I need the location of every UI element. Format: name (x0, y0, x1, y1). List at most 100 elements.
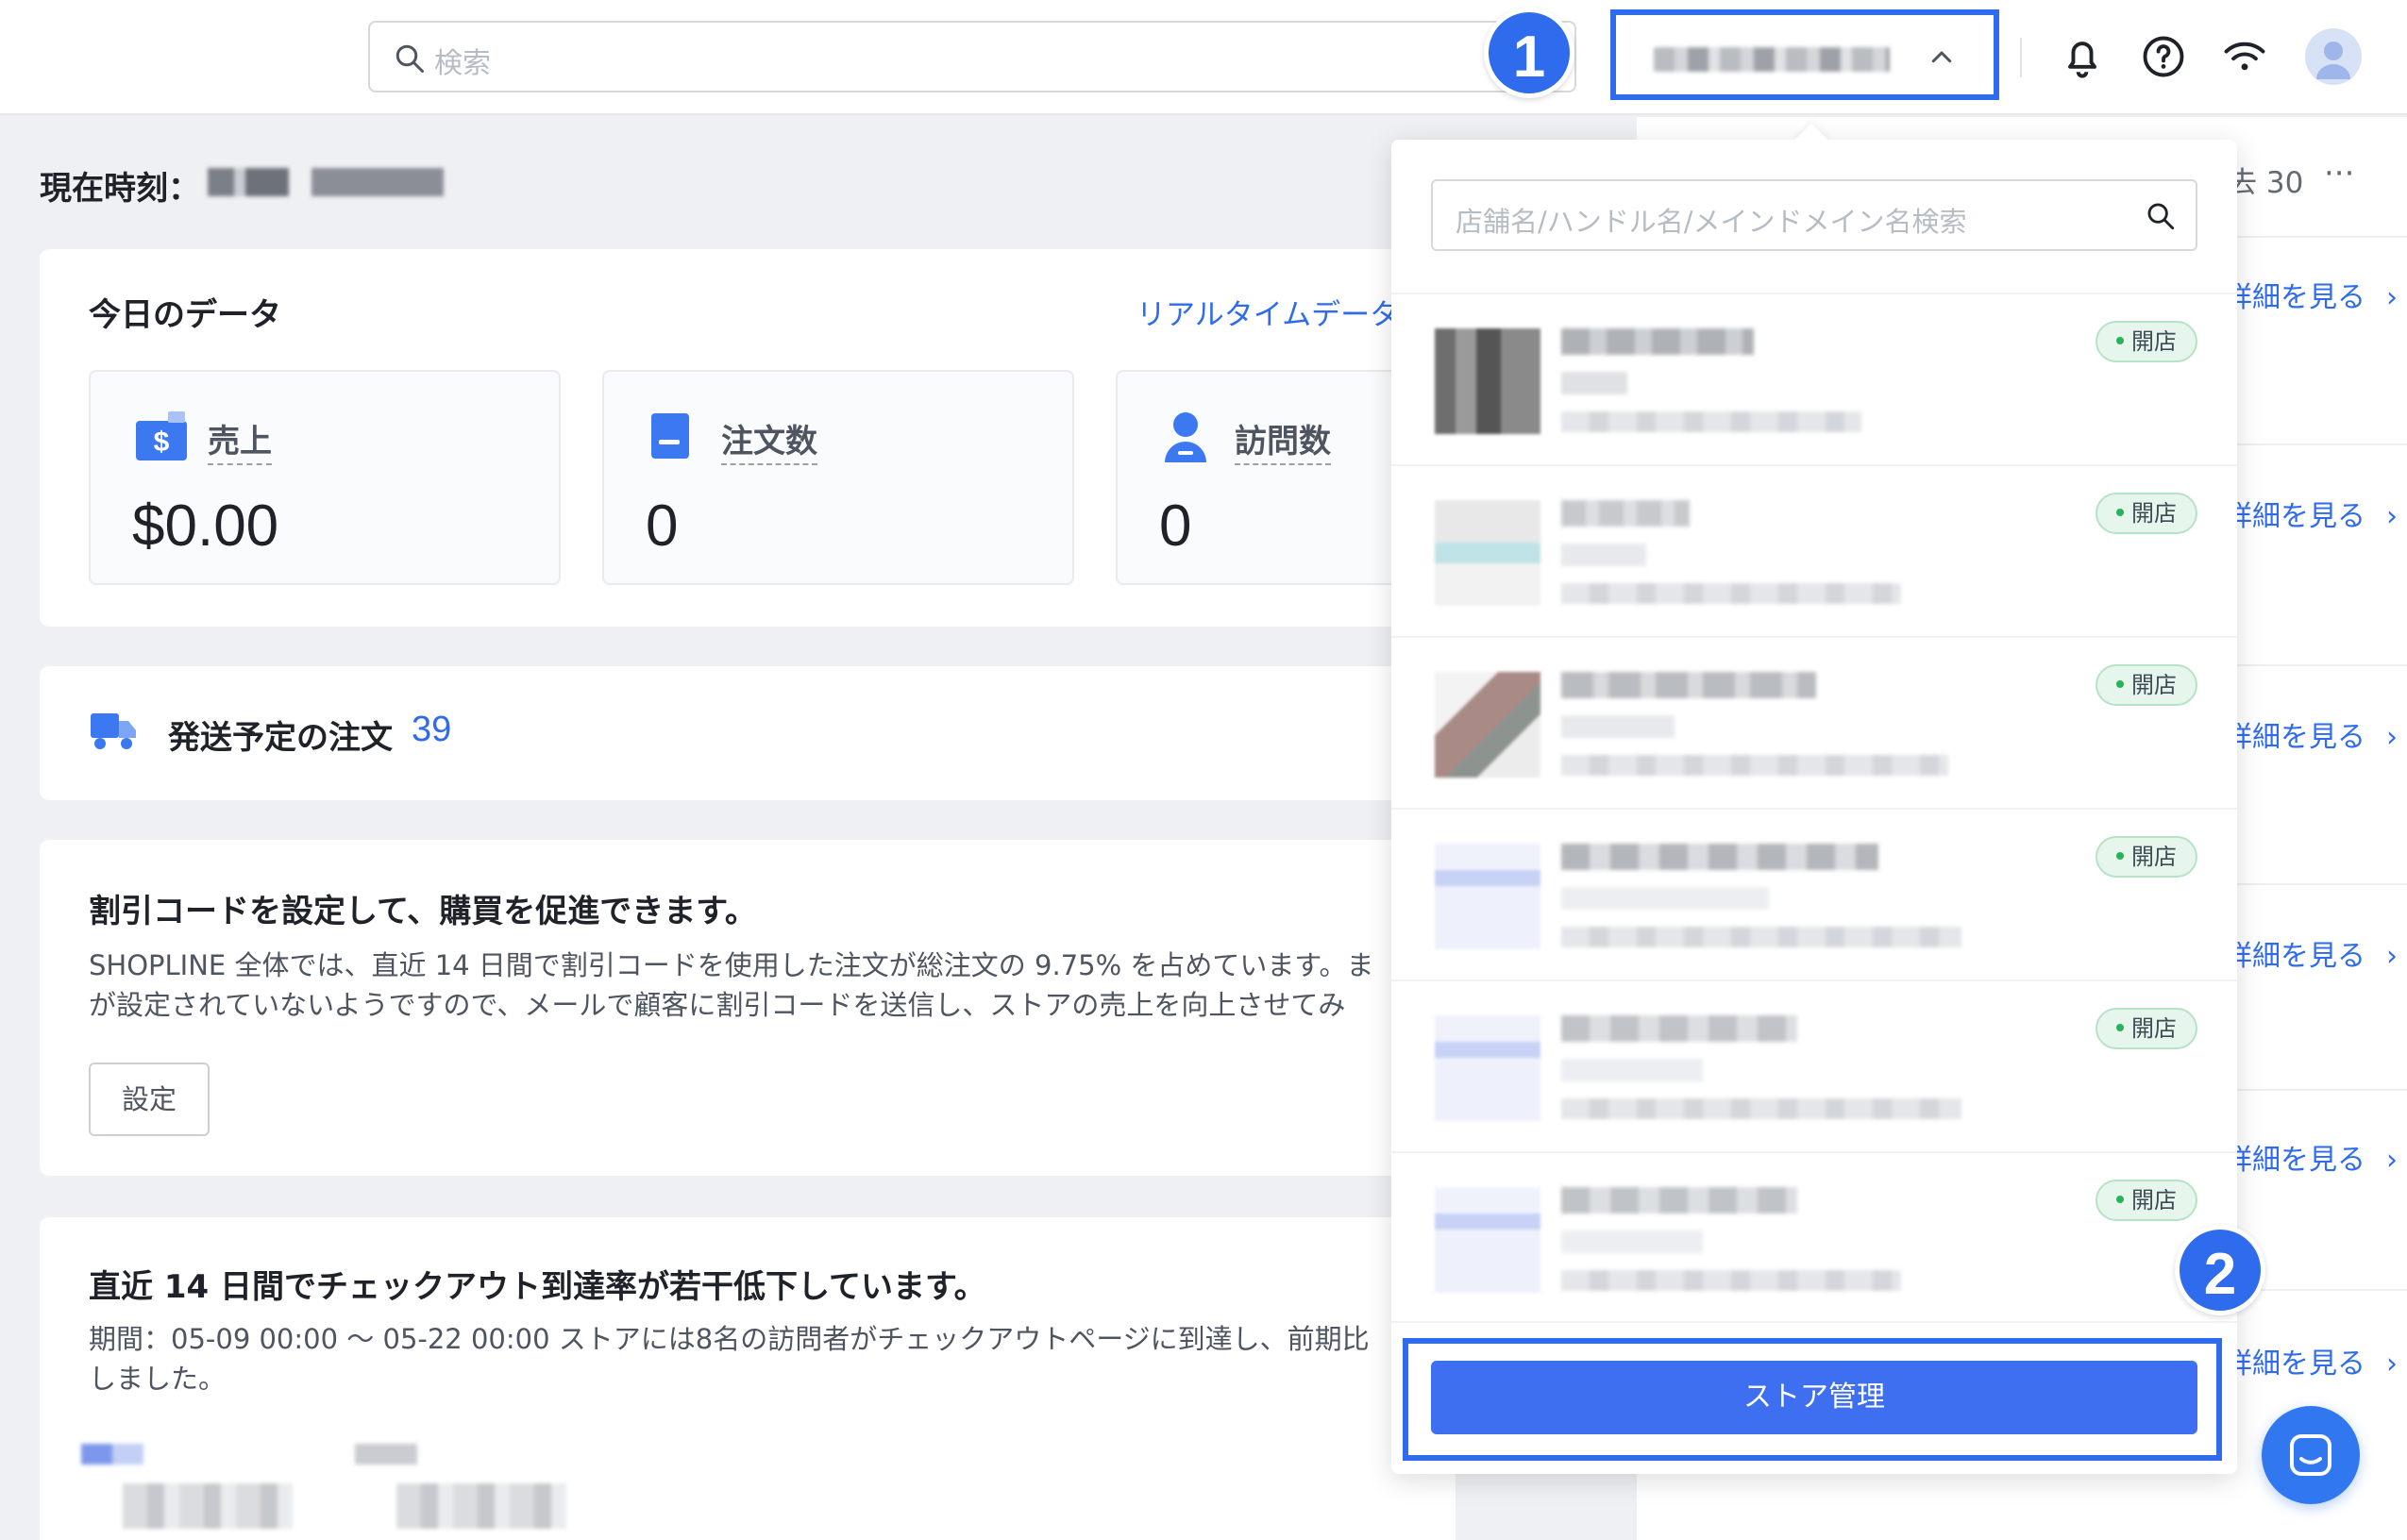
checkout-body: 期間：05-09 00:00 〜 05-22 00:00 ストアには8名の訪問者… (89, 1319, 1391, 1398)
status-text: 開店 (2131, 328, 2177, 355)
store-domain (1561, 583, 1901, 604)
checkout-title: 直近 14 日間でチェックアウト到達率が若干低下しています。 (89, 1268, 986, 1306)
chevron-right-icon: › (2386, 940, 2398, 973)
store-domain (1561, 1270, 1901, 1291)
store-name (1561, 1187, 1797, 1214)
pending-shipment-label: 発送予定の注文 (168, 719, 393, 757)
chevron-right-icon: › (2386, 281, 2398, 314)
more-options-icon[interactable]: ··· (2324, 155, 2354, 192)
view-details-link[interactable]: 詳細を見る › (2224, 1340, 2398, 1381)
store-domain (1561, 411, 1861, 432)
store-handle (1561, 1059, 1703, 1081)
topbar-divider (2020, 38, 2022, 77)
pending-shipment-count[interactable]: 39 (412, 710, 451, 750)
chat-icon (2290, 1434, 2331, 1476)
step-marker-2: 2 (2175, 1225, 2265, 1315)
step-marker-1: 1 (1484, 8, 1574, 98)
store-status-badge: 開店 (2096, 1180, 2197, 1221)
status-text: 開店 (2131, 1187, 2177, 1214)
svg-text:$: $ (154, 427, 170, 458)
status-dot (2116, 1196, 2124, 1203)
store-status-badge: 開店 (2096, 493, 2197, 534)
document-icon (651, 413, 689, 459)
store-list-item[interactable]: 開店 (1391, 810, 2237, 979)
wifi-icon[interactable] (2220, 32, 2269, 81)
store-name (1561, 500, 1690, 527)
view-details-link[interactable]: 詳細を見る › (2224, 1136, 2398, 1178)
stat-label: 注文数 (721, 415, 817, 465)
view-details-link[interactable]: 詳細を見る › (2224, 932, 2398, 974)
store-thumbnail (1435, 844, 1540, 949)
bell-icon[interactable] (2058, 32, 2107, 81)
store-thumbnail (1435, 1015, 1540, 1121)
realtime-data-link[interactable]: リアルタイムデータ (1136, 291, 1399, 333)
current-store-name (1654, 47, 1890, 72)
global-search-input[interactable]: 検索 (368, 21, 1576, 92)
status-dot (2116, 337, 2124, 344)
chevron-up-icon (1931, 51, 1952, 63)
store-domain (1561, 927, 1961, 947)
store-thumbnail (1435, 672, 1540, 778)
chevron-right-icon: › (2386, 500, 2398, 533)
status-dot (2116, 680, 2124, 688)
current-time-label: 現在時刻： (40, 170, 200, 208)
user-avatar-icon (2316, 42, 2350, 79)
stat-value: 0 (1159, 494, 1192, 559)
store-handle (1561, 1230, 1703, 1253)
discount-setup-button[interactable]: 設定 (89, 1063, 210, 1136)
today-data-title: 今日のデータ (89, 296, 281, 334)
stat-value: $0.00 (132, 494, 279, 559)
store-handle (1561, 544, 1646, 566)
truck-icon (91, 713, 136, 749)
store-name (1561, 844, 1878, 870)
discount-body-line: SHOPLINE 全体では、直近 14 日間で割引コードを使用した注文が総注文の… (89, 949, 1374, 981)
discount-body: SHOPLINE 全体では、直近 14 日間で割引コードを使用した注文が総注文の… (89, 946, 1391, 1025)
store-search-input[interactable]: 店舗名/ハンドル名/メインドメイン名検索 (1431, 179, 2197, 251)
store-handle (1561, 715, 1675, 738)
store-status-badge: 開店 (2096, 321, 2197, 362)
checkout-metric-value (123, 1483, 293, 1529)
top-bar: 検索 (0, 0, 2407, 115)
store-switcher[interactable] (1610, 9, 1999, 100)
store-thumbnail (1435, 500, 1540, 606)
chevron-right-icon: › (2386, 1144, 2398, 1177)
discount-title: 割引コードを設定して、購買を促進できます。 (89, 893, 757, 930)
store-management-button[interactable]: ストア管理 (1431, 1361, 2197, 1434)
chat-support-button[interactable] (2262, 1406, 2360, 1504)
store-search-placeholder: 店舗名/ハンドル名/メインドメイン名検索 (1456, 206, 1967, 238)
stat-label: 訪問数 (1235, 415, 1331, 465)
store-thumbnail (1435, 328, 1540, 434)
user-icon (1165, 412, 1206, 462)
dropdown-divider (1391, 1321, 2237, 1323)
store-thumbnail (1435, 1187, 1540, 1293)
period-selector-label[interactable]: 去 30 (2228, 159, 2303, 201)
store-list-item[interactable]: 開店 (1391, 466, 2237, 636)
status-text: 開店 (2131, 672, 2177, 698)
store-list-item[interactable]: 開店 (1391, 981, 2237, 1151)
avatar[interactable] (2305, 28, 2362, 85)
checkout-metric-label (355, 1444, 417, 1465)
store-list-item[interactable]: 開店 (1391, 294, 2237, 464)
store-name (1561, 672, 1816, 698)
status-text: 開店 (2131, 844, 2177, 870)
chevron-right-icon: › (2386, 1348, 2398, 1381)
help-icon[interactable] (2139, 32, 2188, 81)
store-status-badge: 開店 (2096, 836, 2197, 878)
wallet-dollar-icon: $ (136, 411, 187, 460)
view-details-link[interactable]: 詳細を見る › (2224, 713, 2398, 755)
search-placeholder: 検索 (434, 47, 491, 80)
store-list-item[interactable]: 開店 (1391, 1153, 2237, 1323)
store-list-item[interactable]: 開店 (1391, 638, 2237, 808)
status-text: 開店 (2131, 1015, 2177, 1042)
checkout-body-line: しました。 (89, 1363, 227, 1395)
chevron-right-icon: › (2386, 721, 2398, 754)
stat-card-orders[interactable]: 注文数 0 (602, 370, 1074, 585)
status-text: 開店 (2131, 500, 2177, 527)
view-details-link[interactable]: 詳細を見る › (2224, 493, 2398, 534)
stat-card-sales[interactable]: $ 売上 $0.00 (89, 370, 561, 585)
store-status-badge: 開店 (2096, 664, 2197, 706)
store-status-badge: 開店 (2096, 1008, 2197, 1049)
search-icon (396, 44, 424, 73)
status-dot (2116, 509, 2124, 516)
view-details-link[interactable]: 詳細を見る › (2224, 274, 2398, 315)
